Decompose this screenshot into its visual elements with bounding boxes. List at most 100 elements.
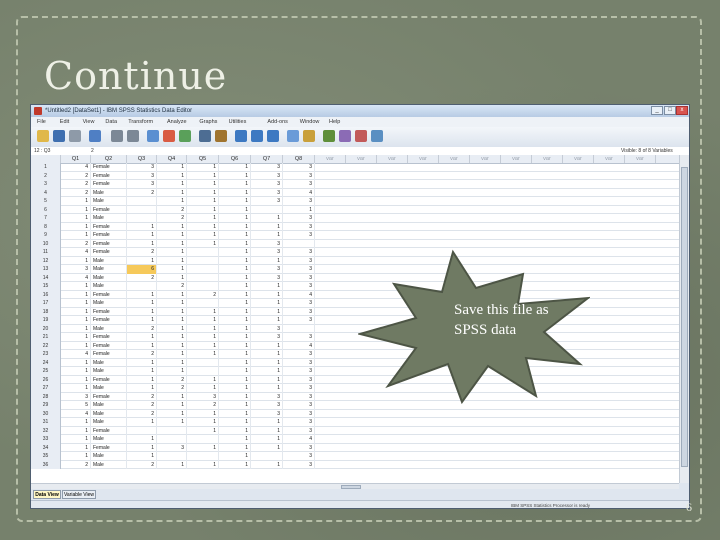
table-cell[interactable]: 1	[157, 418, 187, 427]
row-number[interactable]: 34	[31, 443, 61, 452]
table-cell[interactable]: 1	[127, 367, 157, 376]
table-cell[interactable]: 1	[219, 426, 251, 435]
table-cell[interactable]: 1	[187, 239, 219, 248]
table-cell[interactable]: Male	[91, 273, 127, 282]
corner-cell[interactable]	[31, 155, 61, 163]
table-cell[interactable]: 1	[157, 341, 187, 350]
menu-item-edit[interactable]: Edit	[60, 117, 69, 127]
table-cell[interactable]: 1	[251, 358, 283, 367]
table-cell[interactable]: 2	[157, 282, 187, 291]
table-cell[interactable]: Female	[91, 205, 127, 214]
table-cell[interactable]: Male	[91, 452, 127, 461]
table-cell[interactable]: 1	[251, 231, 283, 240]
use-sets-icon[interactable]	[339, 130, 351, 142]
table-cell[interactable]: 1	[187, 214, 219, 223]
row-number[interactable]: 12	[31, 256, 61, 265]
insert-cases-icon[interactable]	[235, 130, 247, 142]
table-cell[interactable]: 1	[157, 248, 187, 257]
table-cell[interactable]	[127, 205, 157, 214]
table-cell[interactable]: 1	[219, 256, 251, 265]
column-header-var-4[interactable]: var	[408, 155, 439, 163]
table-cell[interactable]: 1	[251, 375, 283, 384]
table-cell[interactable]: 2	[61, 188, 91, 197]
table-cell[interactable]	[187, 452, 219, 461]
table-cell[interactable]: 1	[187, 418, 219, 427]
table-cell[interactable]: 1	[251, 282, 283, 291]
table-cell[interactable]: 4	[61, 273, 91, 282]
table-cell[interactable]: 1	[127, 452, 157, 461]
table-cell[interactable]: 1	[219, 273, 251, 282]
table-cell[interactable]: 1	[251, 299, 283, 308]
table-cell[interactable]: 1	[127, 290, 157, 299]
column-header-q6[interactable]: Q6	[219, 155, 251, 163]
row-number[interactable]: 9	[31, 231, 61, 240]
table-cell[interactable]: 1	[61, 333, 91, 342]
column-header-var-9[interactable]: var	[563, 155, 594, 163]
row-number[interactable]: 16	[31, 290, 61, 299]
table-cell[interactable]: 1	[157, 163, 187, 172]
table-cell[interactable]	[127, 282, 157, 291]
row-number[interactable]: 22	[31, 341, 61, 350]
table-cell[interactable]: 2	[157, 375, 187, 384]
table-cell[interactable]	[157, 452, 187, 461]
table-cell[interactable]: 1	[127, 256, 157, 265]
table-cell[interactable]: Male	[91, 358, 127, 367]
insert-variable-icon[interactable]	[251, 130, 263, 142]
table-cell[interactable]: 1	[219, 248, 251, 257]
column-header-var-7[interactable]: var	[501, 155, 532, 163]
table-cell[interactable]	[283, 239, 315, 248]
table-cell[interactable]: 3	[127, 163, 157, 172]
table-cell[interactable]: 1	[61, 197, 91, 206]
row-number[interactable]: 3	[31, 180, 61, 189]
table-cell[interactable]: 1	[251, 222, 283, 231]
table-cell[interactable]: 3	[283, 401, 315, 410]
tab-variable-view[interactable]: Variable View	[62, 490, 96, 499]
table-cell[interactable]: Male	[91, 214, 127, 223]
table-cell[interactable]: 1	[157, 188, 187, 197]
table-cell[interactable]: 1	[219, 282, 251, 291]
table-cell[interactable]: 3	[283, 248, 315, 257]
table-cell[interactable]: 1	[219, 290, 251, 299]
row-number[interactable]: 20	[31, 324, 61, 333]
tab-data-view[interactable]: Data View	[33, 490, 61, 499]
window-titlebar[interactable]: *Untitled2 [DataSet1] - IBM SPSS Statist…	[31, 105, 689, 117]
table-cell[interactable]: 3	[251, 188, 283, 197]
table-cell[interactable]: 1	[187, 222, 219, 231]
table-cell[interactable]: 3	[251, 239, 283, 248]
maximize-button[interactable]: □	[664, 106, 676, 115]
table-cell[interactable]: 1	[127, 307, 157, 316]
table-cell[interactable]: 4	[61, 163, 91, 172]
table-cell[interactable]	[187, 367, 219, 376]
table-cell[interactable]: 3	[283, 333, 315, 342]
table-cell[interactable]: 2	[127, 324, 157, 333]
table-cell[interactable]: 1	[127, 222, 157, 231]
table-cell[interactable]: 1	[157, 350, 187, 359]
table-cell[interactable]: 3	[283, 222, 315, 231]
table-cell[interactable]: 1	[219, 333, 251, 342]
table-cell[interactable]: 1	[187, 350, 219, 359]
table-cell[interactable]: Female	[91, 231, 127, 240]
table-cell[interactable]: 3	[251, 333, 283, 342]
table-cell[interactable]: 1	[251, 290, 283, 299]
print-icon[interactable]	[69, 130, 81, 142]
table-cell[interactable]: 3	[127, 180, 157, 189]
table-cell[interactable]	[157, 426, 187, 435]
table-cell[interactable]: 1	[127, 341, 157, 350]
table-cell[interactable]: Female	[91, 350, 127, 359]
row-number[interactable]: 18	[31, 307, 61, 316]
table-cell[interactable]: 2	[61, 180, 91, 189]
table-cell[interactable]: 1	[127, 384, 157, 393]
table-cell[interactable]: Female	[91, 163, 127, 172]
table-cell[interactable]: 3	[283, 460, 315, 469]
table-cell[interactable]: 1	[187, 171, 219, 180]
table-cell[interactable]: 3	[251, 171, 283, 180]
table-cell[interactable]: 2	[127, 188, 157, 197]
row-number[interactable]: 17	[31, 299, 61, 308]
row-number[interactable]: 21	[31, 333, 61, 342]
table-cell[interactable]: 1	[251, 307, 283, 316]
table-cell[interactable]: 3	[251, 248, 283, 257]
table-cell[interactable]: Female	[91, 443, 127, 452]
table-cell[interactable]: Male	[91, 409, 127, 418]
table-cell[interactable]: 4	[283, 435, 315, 444]
table-cell[interactable]: 3	[283, 426, 315, 435]
